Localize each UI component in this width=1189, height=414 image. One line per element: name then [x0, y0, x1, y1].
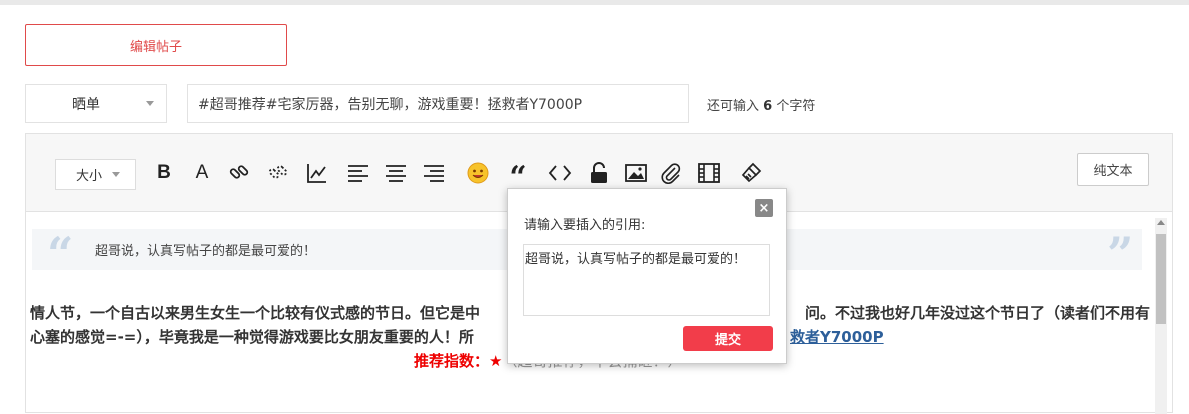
- align-left-icon[interactable]: [346, 160, 370, 186]
- open-quote-icon: “: [47, 227, 74, 281]
- dialog-label: 请输入要插入的引用:: [524, 218, 646, 233]
- quote-text: 超哥说，认真写帖子的都是最可爱的！: [95, 244, 317, 259]
- scroll-thumb[interactable]: [1156, 234, 1166, 324]
- star-icon: ★: [489, 352, 503, 370]
- chevron-down-icon: [146, 101, 154, 106]
- title-value: #超哥推荐#宅家厉器，告别无聊，游戏重要！拯救者Y7000P: [198, 96, 583, 113]
- chart-icon[interactable]: [305, 160, 329, 186]
- format-brush-icon[interactable]: [739, 160, 763, 186]
- attachment-icon[interactable]: [659, 160, 683, 186]
- scroll-up-icon[interactable]: [1157, 220, 1165, 225]
- editor-scrollbar[interactable]: [1155, 218, 1167, 414]
- char-count: 还可输入 6 个字符: [707, 99, 816, 114]
- plain-text-button[interactable]: 纯文本: [1077, 153, 1149, 186]
- quote-icon[interactable]: “: [506, 160, 530, 193]
- insert-quote-dialog: × 请输入要插入的引用: 超哥说，认真写帖子的都是最可爱的！ 提交: [507, 188, 787, 364]
- product-link[interactable]: 救者Y7000P: [790, 325, 884, 349]
- title-input[interactable]: #超哥推荐#宅家厉器，告别无聊，游戏重要！拯救者Y7000P: [187, 84, 689, 123]
- font-color-icon[interactable]: A: [190, 160, 214, 186]
- category-value: 晒单: [72, 96, 100, 113]
- emoji-icon[interactable]: [466, 160, 490, 186]
- close-quote-icon: ”: [1107, 227, 1134, 281]
- edit-post-button[interactable]: 编辑帖子: [25, 24, 287, 66]
- unlink-icon[interactable]: [266, 160, 290, 186]
- align-center-icon[interactable]: [384, 160, 408, 186]
- font-size-select[interactable]: 大小: [55, 159, 136, 190]
- char-count-value: 6: [763, 99, 773, 114]
- bold-icon[interactable]: B: [152, 160, 176, 186]
- link-icon[interactable]: [227, 160, 251, 186]
- category-select[interactable]: 晒单: [25, 84, 167, 123]
- video-icon[interactable]: [697, 160, 721, 186]
- align-right-icon[interactable]: [422, 160, 446, 186]
- code-icon[interactable]: [548, 160, 572, 186]
- submit-button[interactable]: 提交: [683, 326, 773, 351]
- close-icon[interactable]: ×: [755, 199, 773, 217]
- lock-icon[interactable]: [587, 160, 611, 186]
- image-icon[interactable]: [624, 160, 648, 186]
- embedded-image-thumbnail: [620, 396, 790, 408]
- quote-textarea[interactable]: 超哥说，认真写帖子的都是最可爱的！: [523, 244, 770, 316]
- top-strip: [0, 0, 1189, 5]
- chevron-down-icon: [112, 172, 120, 177]
